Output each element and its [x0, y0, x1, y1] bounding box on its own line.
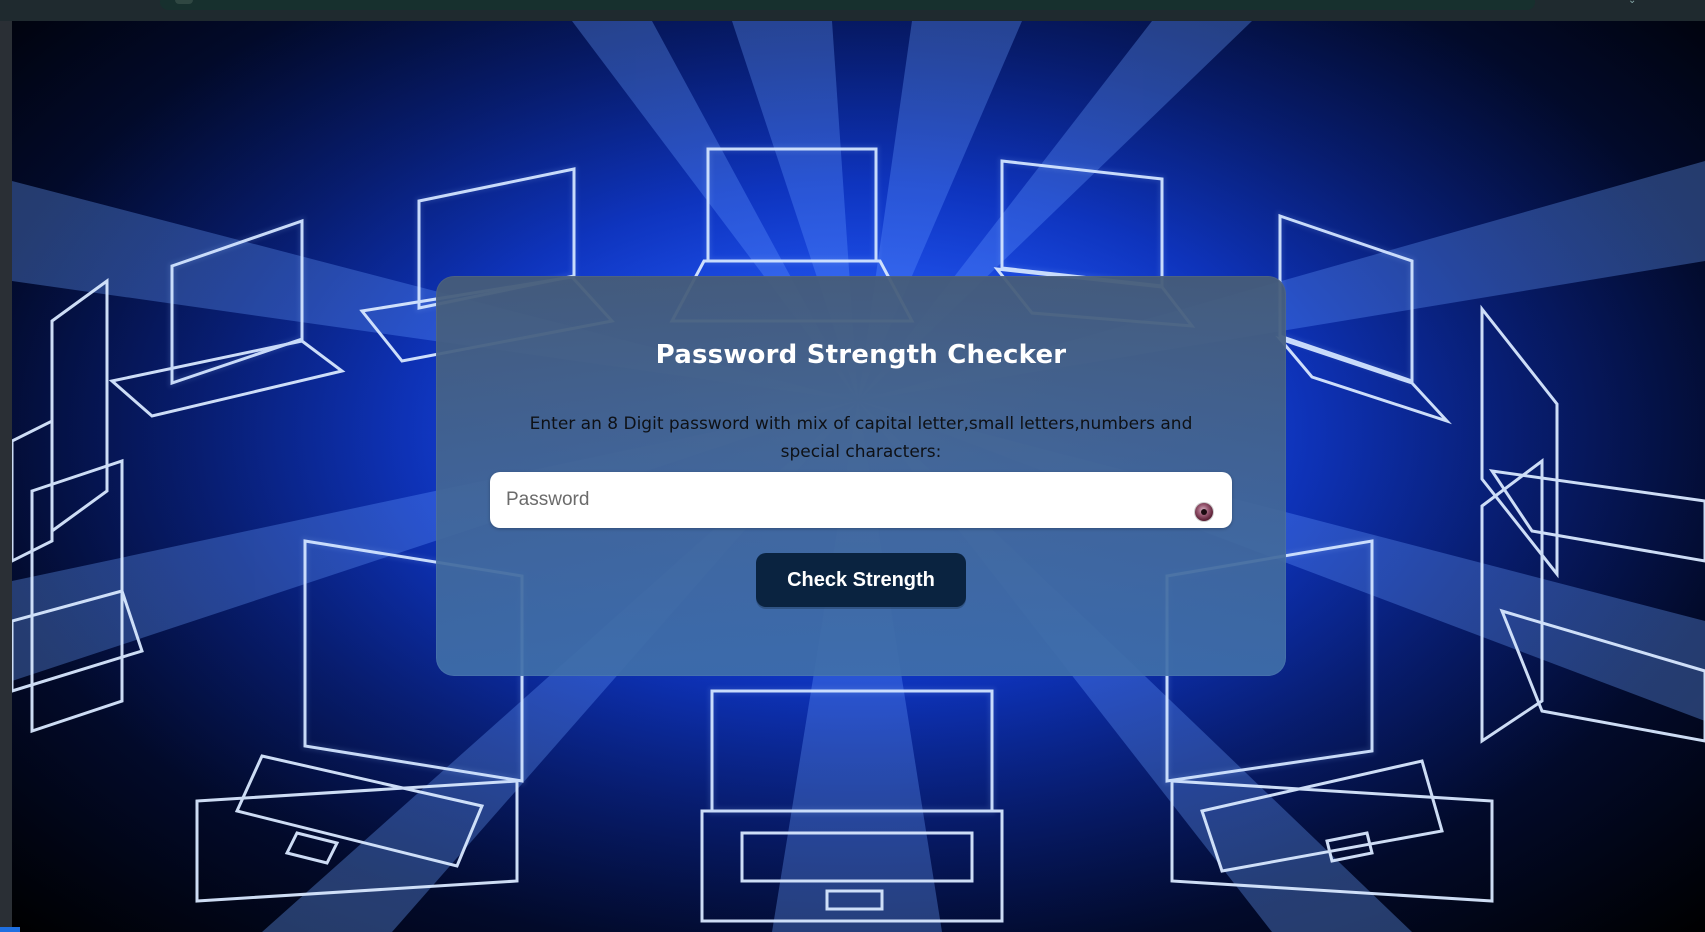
eye-icon[interactable]: [1195, 503, 1213, 521]
address-bar-indicator: [175, 0, 193, 4]
window-left-edge: [0, 21, 12, 932]
browser-toolbar: ⌄: [0, 0, 1705, 22]
taskbar-accent: [0, 927, 20, 932]
page-title: Password Strength Checker: [655, 340, 1067, 370]
chevron-down-icon[interactable]: ⌄: [1628, 0, 1638, 6]
password-input[interactable]: [490, 472, 1232, 528]
password-field-wrapper: [490, 472, 1232, 528]
check-strength-button[interactable]: Check Strength: [756, 553, 966, 607]
address-bar[interactable]: [160, 0, 1535, 10]
password-instructions: Enter an 8 Digit password with mix of ca…: [529, 414, 1193, 462]
password-card: Password Strength Checker Enter an 8 Dig…: [436, 276, 1286, 676]
